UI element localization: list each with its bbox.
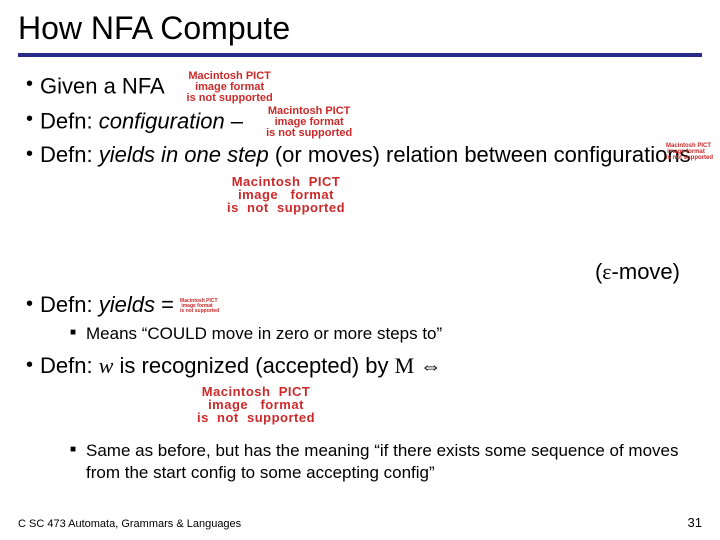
text-span: Given a NFA <box>40 73 164 98</box>
pict-placeholder-icon: Macintosh PICT image format is not suppo… <box>666 143 706 161</box>
bullet-dot: • <box>26 71 40 97</box>
bullet-dot: • <box>26 352 40 378</box>
text-span: Defn: <box>40 292 99 317</box>
subbullet-could-move: ■ Means “COULD move in zero or more step… <box>70 323 702 344</box>
text-span: – <box>225 108 249 133</box>
text-span: -move) <box>612 259 680 284</box>
bullet-defn-yields-one-step: • Defn: yields in one step (or moves) re… <box>26 141 702 169</box>
text-em: yields <box>99 292 155 317</box>
pict-placeholder-block: Macintosh PICT image format is not suppo… <box>86 175 486 214</box>
text-span: Defn: <box>40 353 99 378</box>
epsilon-move-note: (ε-move) <box>26 258 702 286</box>
text-span: (or moves) relation between configuratio… <box>275 142 691 167</box>
bullet-text: Defn: w is recognized (accepted) by M ⇔ <box>40 352 702 380</box>
bullet-text: Defn: configuration – Macintosh PICT ima… <box>40 106 702 139</box>
pict-placeholder-icon: Macintosh PICT image format is not suppo… <box>170 71 290 104</box>
title-underline <box>18 53 702 57</box>
footer-page-number: 31 <box>688 515 702 530</box>
text-span: Defn: <box>40 108 99 133</box>
subbullet-text: Means “COULD move in zero or more steps … <box>86 323 702 344</box>
text-em: yields in one step <box>99 142 275 167</box>
bullet-defn-configuration: • Defn: configuration – Macintosh PICT i… <box>26 106 702 139</box>
slide: How NFA Compute • Given a NFA Macintosh … <box>0 0 720 540</box>
text-span: Defn: <box>40 142 99 167</box>
bullet-dot: • <box>26 291 40 317</box>
text-var-m: M <box>395 353 415 378</box>
subbullet-same-as-before: ■ Same as before, but has the meaning “i… <box>70 440 702 483</box>
footer-course: C SC 473 Automata, Grammars & Languages <box>18 518 241 530</box>
epsilon-icon: ε <box>602 259 611 284</box>
slide-title: How NFA Compute <box>0 0 720 53</box>
bullet-text: Defn: yields = Macintosh PICT image form… <box>40 291 702 319</box>
slide-body: • Given a NFA Macintosh PICT image forma… <box>0 71 720 483</box>
bullet-dot: • <box>26 141 40 167</box>
pict-placeholder-icon: Macintosh PICT image format is not suppo… <box>180 299 214 314</box>
bullet-dot: • <box>26 106 40 132</box>
bullet-defn-yields: • Defn: yields = Macintosh PICT image fo… <box>26 291 702 319</box>
bullet-text: Given a NFA Macintosh PICT image format … <box>40 71 702 104</box>
subbullet-square-icon: ■ <box>70 440 86 459</box>
iff-icon: ⇔ <box>414 353 442 378</box>
bullet-text: Defn: yields in one step (or moves) rela… <box>40 141 702 169</box>
text-var-w: w <box>99 353 114 378</box>
text-span: is recognized (accepted) by <box>113 353 394 378</box>
subbullet-text: Same as before, but has the meaning “if … <box>86 440 702 483</box>
subbullet-square-icon: ■ <box>70 323 86 342</box>
bullet-defn-recognized: • Defn: w is recognized (accepted) by M … <box>26 352 702 380</box>
text-em: configuration <box>99 108 225 133</box>
pict-placeholder-icon: Macintosh PICT image format is not suppo… <box>249 106 369 139</box>
text-span: = <box>155 292 180 317</box>
bullet-given-nfa: • Given a NFA Macintosh PICT image forma… <box>26 71 702 104</box>
pict-placeholder-block: Macintosh PICT image format is not suppo… <box>106 385 406 424</box>
